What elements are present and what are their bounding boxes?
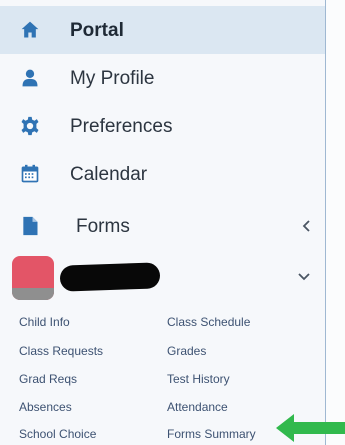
link-forms-summary[interactable]: Forms Summary <box>167 427 256 441</box>
link-test-history[interactable]: Test History <box>167 372 230 386</box>
chevron-left-icon[interactable] <box>301 220 313 232</box>
link-grad-reqs[interactable]: Grad Reqs <box>19 372 77 386</box>
nav-forms[interactable]: Forms <box>0 202 325 250</box>
student-avatar <box>12 256 54 300</box>
gear-icon <box>21 116 39 136</box>
link-attendance[interactable]: Attendance <box>167 400 228 414</box>
calendar-icon <box>21 164 39 183</box>
link-class-requests[interactable]: Class Requests <box>19 344 103 358</box>
home-icon <box>21 21 39 38</box>
link-absences[interactable]: Absences <box>19 400 72 414</box>
document-icon <box>23 216 38 236</box>
student-profile-row[interactable] <box>0 248 325 308</box>
link-child-info[interactable]: Child Info <box>19 315 70 329</box>
green-arrow-icon <box>276 414 345 442</box>
nav-portal[interactable]: Portal <box>0 6 325 54</box>
nav-portal-label: Portal <box>70 19 124 41</box>
user-icon <box>22 69 38 87</box>
page: Portal My Profile Preferences Calendar F… <box>0 0 345 445</box>
chevron-down-icon[interactable] <box>298 270 310 282</box>
link-class-schedule[interactable]: Class Schedule <box>167 315 250 329</box>
nav-preferences[interactable]: Preferences <box>0 102 325 150</box>
nav-preferences-label: Preferences <box>70 115 173 137</box>
sidebar: Portal My Profile Preferences Calendar F… <box>0 0 326 445</box>
nav-calendar-label: Calendar <box>70 163 148 185</box>
nav-my-profile[interactable]: My Profile <box>0 54 325 102</box>
student-name-redaction <box>59 262 161 292</box>
nav-calendar[interactable]: Calendar <box>0 150 325 198</box>
nav-forms-label: Forms <box>76 215 130 237</box>
link-school-choice[interactable]: School Choice <box>19 427 96 441</box>
link-grades[interactable]: Grades <box>167 344 206 358</box>
nav-my-profile-label: My Profile <box>70 67 155 89</box>
